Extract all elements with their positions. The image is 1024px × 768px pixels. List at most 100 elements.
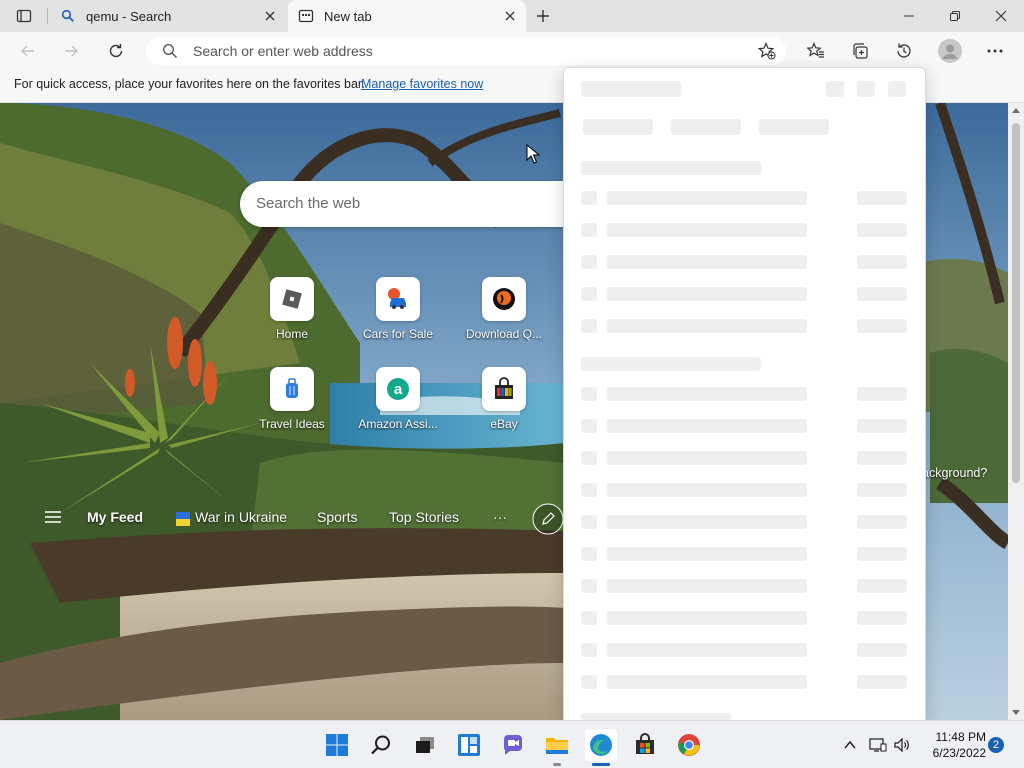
file-explorer-button[interactable] [541, 729, 573, 761]
web-search-placeholder: Search the web [256, 195, 361, 212]
manage-favorites-link[interactable]: Manage favorites now [361, 77, 483, 91]
back-button[interactable] [13, 36, 43, 66]
svg-text:a: a [394, 381, 403, 398]
chrome-button[interactable] [673, 729, 705, 761]
skeleton-tab [671, 119, 741, 135]
hamburger-menu-icon[interactable] [44, 510, 62, 524]
roblox-icon [270, 277, 314, 321]
ukraine-flag-icon [176, 512, 190, 526]
close-tab-button[interactable] [502, 8, 518, 24]
skeleton-row-text [607, 191, 807, 205]
skeleton-row-meta [857, 451, 907, 465]
favorites-flyout-loading [563, 67, 926, 722]
quick-link-download-qemu[interactable]: Download Q... [459, 277, 549, 347]
refresh-button[interactable] [101, 36, 131, 66]
clock[interactable]: 11:48 PM 6/23/2022 [920, 729, 986, 761]
volume-icon[interactable] [893, 736, 911, 754]
chat-button[interactable] [497, 729, 529, 761]
personalize-edit-icon[interactable] [532, 503, 564, 535]
task-view-button[interactable] [409, 729, 441, 761]
skeleton-row-text [607, 547, 807, 561]
profile-button[interactable] [935, 36, 965, 66]
close-icon [505, 11, 515, 21]
scrollbar-thumb[interactable] [1012, 123, 1020, 483]
feed-tab-my-feed[interactable]: My Feed [87, 509, 143, 525]
skeleton-row-text [607, 643, 807, 657]
feed-tab-top-stories[interactable]: Top Stories [389, 509, 459, 525]
skeleton-row-meta [857, 387, 907, 401]
quick-link-home[interactable]: Home [247, 277, 337, 347]
page-scrollbar[interactable] [1008, 103, 1024, 720]
task-view-icon [416, 737, 434, 753]
settings-menu-button[interactable] [980, 36, 1010, 66]
feed-tab-sports[interactable]: Sports [317, 509, 357, 525]
start-icon [326, 734, 348, 756]
skeleton-section-header [581, 357, 761, 371]
toolbar: Search or enter web address [0, 32, 1024, 70]
minimize-button[interactable] [886, 0, 932, 32]
skeleton-row-icon [581, 255, 597, 269]
favorites-icon [807, 42, 824, 58]
skeleton-row-icon [581, 579, 597, 593]
quick-link-label: Home [275, 327, 308, 341]
quick-link-label: Cars for Sale [362, 327, 434, 341]
start-button[interactable] [321, 729, 353, 761]
skeleton-row-text [607, 611, 807, 625]
history-button[interactable] [889, 36, 919, 66]
skeleton-row-icon [581, 451, 597, 465]
skeleton-row-icon [581, 675, 597, 689]
clock-date: 6/23/2022 [932, 746, 986, 760]
widgets-button[interactable] [453, 729, 485, 761]
search-icon [163, 44, 177, 58]
restore-button[interactable] [932, 0, 978, 32]
quick-link-travel-ideas[interactable]: Travel Ideas [247, 367, 337, 437]
taskbar-search-button[interactable] [365, 729, 397, 761]
tab-separator [47, 8, 48, 24]
edge-button[interactable] [585, 729, 617, 761]
quick-link-amazon-assistant[interactable]: a Amazon Assi... [353, 367, 443, 437]
store-button[interactable] [629, 729, 661, 761]
skeleton-row-text [607, 515, 807, 529]
skeleton-row-icon [581, 191, 597, 205]
quick-link-ebay[interactable]: eBay [459, 367, 549, 437]
quick-link-cars-for-sale[interactable]: Cars for Sale [353, 277, 443, 347]
address-bar[interactable]: Search or enter web address [146, 37, 786, 65]
skeleton-row-icon [581, 515, 597, 529]
add-favorite-icon[interactable] [758, 42, 776, 60]
skeleton-row-meta [857, 515, 907, 529]
edge-icon [590, 734, 612, 756]
tab-new-tab[interactable]: New tab [288, 0, 526, 32]
active-indicator [592, 763, 610, 766]
skeleton-row-text [607, 319, 807, 333]
close-window-button[interactable] [978, 0, 1024, 32]
show-hidden-icons-chevron-icon[interactable] [843, 738, 857, 752]
new-tab-button[interactable] [530, 4, 556, 28]
skeleton-row-meta [857, 547, 907, 561]
favorites-button[interactable] [801, 36, 831, 66]
close-tab-button[interactable] [262, 8, 278, 24]
tab-actions-button[interactable] [8, 4, 40, 28]
skeleton-row-text [607, 255, 807, 269]
web-search-box[interactable]: Search the web [240, 181, 580, 227]
tab-title: qemu - Search [86, 8, 172, 24]
address-placeholder: Search or enter web address [193, 43, 373, 59]
store-icon [636, 733, 654, 754]
network-icon[interactable] [869, 736, 887, 754]
collections-button[interactable] [845, 36, 875, 66]
tab-qemu-search[interactable]: qemu - Search [50, 0, 286, 32]
quick-link-label: Travel Ideas [259, 417, 325, 431]
forward-button[interactable] [56, 36, 86, 66]
skeleton-row-meta [857, 579, 907, 593]
feed-tab-war-in-ukraine[interactable]: War in Ukraine [195, 509, 287, 525]
notification-badge[interactable]: 2 [988, 737, 1004, 753]
ebay-bag-icon [482, 367, 526, 411]
scroll-down-icon[interactable] [1012, 710, 1020, 716]
tab-title: New tab [324, 8, 372, 24]
scroll-up-icon[interactable] [1012, 107, 1020, 113]
feed-more-button[interactable]: ··· [493, 509, 507, 525]
skeleton-row-text [607, 419, 807, 433]
skeleton-row-meta [857, 191, 907, 205]
forward-arrow-icon [65, 45, 78, 57]
mouse-cursor-icon [526, 144, 540, 164]
more-dots-icon [987, 49, 1003, 53]
